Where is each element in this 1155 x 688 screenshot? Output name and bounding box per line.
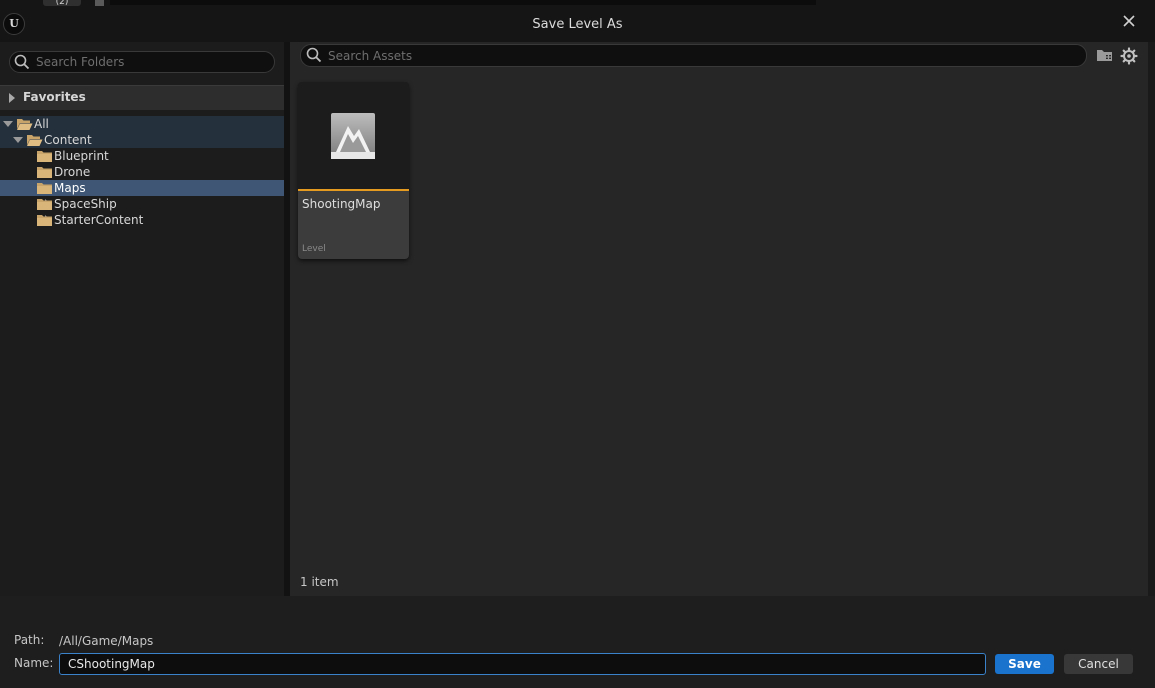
tree-item-maps[interactable]: Maps <box>0 180 284 196</box>
favorites-label: Favorites <box>23 90 86 104</box>
search-folders-box[interactable] <box>9 51 275 73</box>
chevron-down-icon[interactable] <box>13 137 23 143</box>
tree-item-label: Blueprint <box>54 149 109 163</box>
folder-icon <box>37 151 52 162</box>
search-assets-input[interactable] <box>328 47 1068 65</box>
search-folders-input[interactable] <box>36 53 266 71</box>
folder-add-icon <box>1097 50 1112 61</box>
tree-item-label: Maps <box>54 181 86 195</box>
search-icon <box>14 54 30 70</box>
tree-item-label: Content <box>44 133 92 147</box>
path-label: Path: <box>14 633 45 647</box>
tree-item-label: Drone <box>54 165 91 179</box>
expand-right-icon <box>9 93 15 103</box>
asset-tile[interactable]: ShootingMap Level <box>298 82 409 259</box>
cancel-button[interactable]: Cancel <box>1064 654 1133 674</box>
gear-icon <box>1120 47 1138 65</box>
search-icon <box>306 47 322 63</box>
folder-open-icon <box>27 135 43 146</box>
save-button[interactable]: Save <box>995 654 1054 674</box>
name-input[interactable] <box>59 653 986 675</box>
asset-name: ShootingMap <box>302 197 381 211</box>
folder-icon <box>37 183 52 194</box>
name-label: Name: <box>14 656 54 670</box>
tree-item-drone[interactable]: Drone <box>0 164 284 180</box>
tree-item-spaceship[interactable]: SpaceShip <box>0 196 284 212</box>
folder-open-icon <box>17 119 33 130</box>
background-widget <box>95 0 104 6</box>
tree-item-startercontent[interactable]: StarterContent <box>0 212 284 228</box>
settings-button[interactable] <box>1119 46 1139 66</box>
asset-info: ShootingMap Level <box>298 191 409 259</box>
background-editor-strip: (2) <box>0 0 1155 7</box>
tree-item-label: SpaceShip <box>54 197 117 211</box>
dialog-titlebar: U Save Level As <box>0 7 1155 42</box>
folder-panel: Favorites All Content Blueprint Drone Maps Sp… <box>0 42 284 596</box>
folder-icon <box>37 199 52 210</box>
background-viewport <box>110 0 816 5</box>
close-icon <box>1123 15 1135 27</box>
tree-item-all[interactable]: All <box>0 116 284 132</box>
tree-item-label: StarterContent <box>54 213 144 227</box>
tree-item-label: All <box>34 117 49 131</box>
item-count: 1 item <box>300 575 339 589</box>
folder-icon <box>37 167 52 178</box>
chevron-down-icon[interactable] <box>3 121 13 127</box>
asset-type: Level <box>302 244 326 254</box>
asset-panel: ShootingMap Level 1 item <box>290 42 1148 596</box>
search-assets-box[interactable] <box>300 44 1087 67</box>
right-edge-strip <box>1148 42 1155 596</box>
path-value: /All/Game/Maps <box>59 634 154 648</box>
tree-item-content[interactable]: Content <box>0 132 284 148</box>
folder-icon <box>37 215 52 226</box>
tree-item-blueprint[interactable]: Blueprint <box>0 148 284 164</box>
favorites-header[interactable]: Favorites <box>0 85 284 110</box>
level-map-icon <box>331 113 375 159</box>
dialog-title: Save Level As <box>532 17 623 32</box>
background-tab: (2) <box>43 0 81 6</box>
close-button[interactable] <box>1120 12 1138 30</box>
asset-thumbnail <box>298 82 409 190</box>
new-folder-button[interactable] <box>1095 46 1115 64</box>
save-footer: Path: /All/Game/Maps Name: Save Cancel <box>0 596 1155 688</box>
